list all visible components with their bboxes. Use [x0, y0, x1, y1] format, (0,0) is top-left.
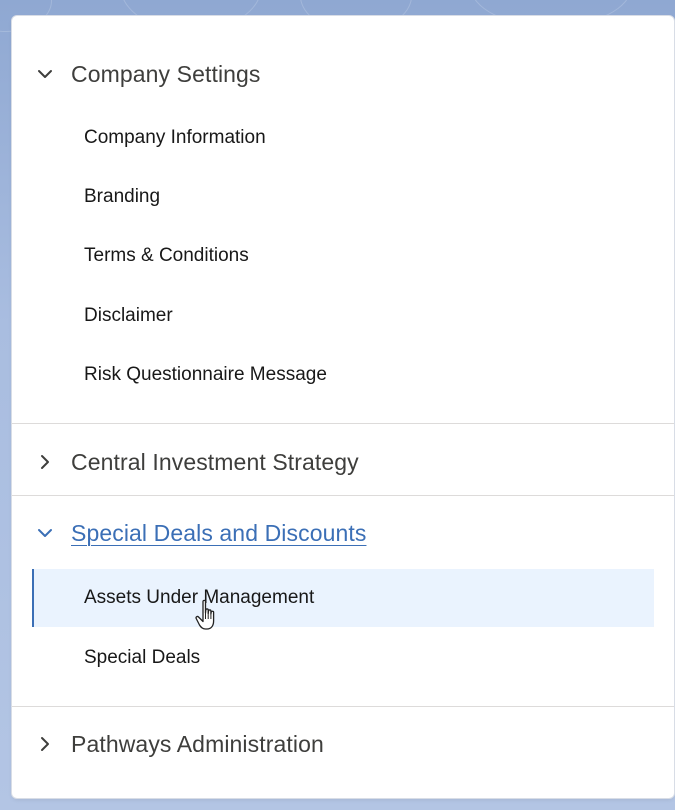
- nav-item-risk-questionnaire-message[interactable]: Risk Questionnaire Message: [32, 346, 654, 404]
- nav-item-special-deals[interactable]: Special Deals: [32, 629, 654, 687]
- nav-item-assets-under-management[interactable]: Assets Under Management: [32, 569, 654, 627]
- section-header-pathways-administration[interactable]: Pathways Administration: [12, 716, 674, 772]
- section-divider: [12, 423, 674, 424]
- section-header-company-settings[interactable]: Company Settings: [12, 46, 674, 102]
- chevron-down-icon: [34, 63, 56, 85]
- section-divider: [12, 706, 674, 707]
- section-header-special-deals-and-discounts[interactable]: Special Deals and Discounts: [12, 505, 674, 561]
- chevron-down-icon: [34, 522, 56, 544]
- nav-item-terms-conditions[interactable]: Terms & Conditions: [32, 227, 654, 285]
- nav-item-label: Disclaimer: [84, 305, 173, 326]
- settings-navigation-panel: Company Settings Company Information Bra…: [12, 16, 674, 798]
- nav-item-disclaimer[interactable]: Disclaimer: [32, 287, 654, 345]
- section-header-central-investment-strategy[interactable]: Central Investment Strategy: [12, 434, 674, 490]
- nav-item-label: Assets Under Management: [84, 587, 315, 608]
- nav-item-label: Terms & Conditions: [84, 245, 249, 266]
- section-title-link[interactable]: Special Deals and Discounts: [71, 520, 366, 547]
- section-title: Company Settings: [71, 60, 261, 87]
- nav-item-label: Company Information: [84, 127, 266, 148]
- nav-item-company-information[interactable]: Company Information: [32, 109, 654, 167]
- section-title: Central Investment Strategy: [71, 448, 359, 475]
- nav-item-branding[interactable]: Branding: [32, 168, 654, 226]
- nav-item-label: Branding: [84, 186, 161, 207]
- nav-item-label: Risk Questionnaire Message: [84, 364, 327, 385]
- nav-item-label: Special Deals: [84, 647, 201, 668]
- section-title: Pathways Administration: [71, 730, 324, 757]
- section-divider: [12, 495, 674, 496]
- chevron-right-icon: [34, 451, 56, 473]
- chevron-right-icon: [34, 733, 56, 755]
